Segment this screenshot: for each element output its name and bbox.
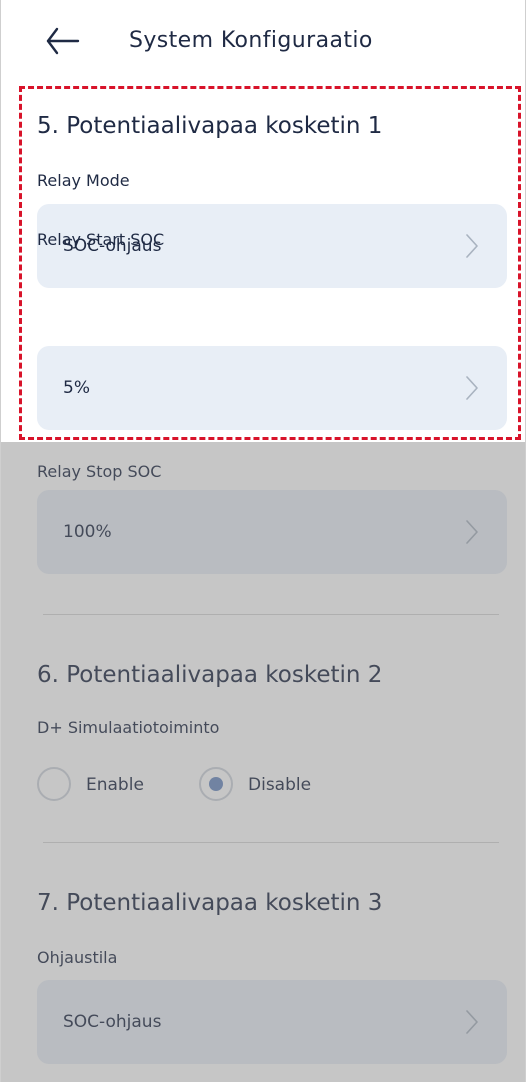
chevron-right-icon <box>466 520 478 544</box>
chevron-right-icon <box>466 376 478 400</box>
header: System Konfiguraatio <box>1 0 525 82</box>
section-title-contact-3: 7. Potentiaalivapaa kosketin 3 <box>37 890 383 916</box>
radio-enable-label: Enable <box>86 775 144 795</box>
control-mode-select[interactable]: SOC-ohjaus <box>37 980 507 1064</box>
section-title-contact-2: 6. Potentiaalivapaa kosketin 2 <box>37 662 383 688</box>
section-title-contact-1: 5. Potentiaalivapaa kosketin 1 <box>37 113 383 139</box>
chevron-right-icon <box>466 1010 478 1034</box>
relay-start-soc-label: Relay Start SOC <box>37 230 165 249</box>
app-screen: System Konfiguraatio 5. Potentiaalivapaa… <box>0 0 526 1082</box>
relay-start-soc-select[interactable]: 5% <box>37 346 507 430</box>
section-divider <box>43 614 499 615</box>
d-plus-simulation-label: D+ Simulaatiotoiminto <box>37 718 220 737</box>
relay-start-soc-value: 5% <box>63 378 90 398</box>
relay-stop-soc-label: Relay Stop SOC <box>37 462 162 481</box>
page-title: System Konfiguraatio <box>129 28 373 53</box>
relay-stop-soc-value: 100% <box>63 522 112 542</box>
back-button[interactable] <box>45 24 81 58</box>
control-mode-label: Ohjaustila <box>37 948 118 967</box>
radio-disable-label: Disable <box>248 775 312 795</box>
chevron-right-icon <box>466 234 478 258</box>
arrow-left-icon <box>46 27 80 55</box>
radio-unchecked-icon <box>37 767 71 801</box>
control-mode-value: SOC-ohjaus <box>63 1012 162 1032</box>
section-divider <box>43 842 499 843</box>
relay-stop-soc-select[interactable]: 100% <box>37 490 507 574</box>
relay-mode-label: Relay Mode <box>37 171 130 190</box>
radio-checked-icon <box>199 767 233 801</box>
